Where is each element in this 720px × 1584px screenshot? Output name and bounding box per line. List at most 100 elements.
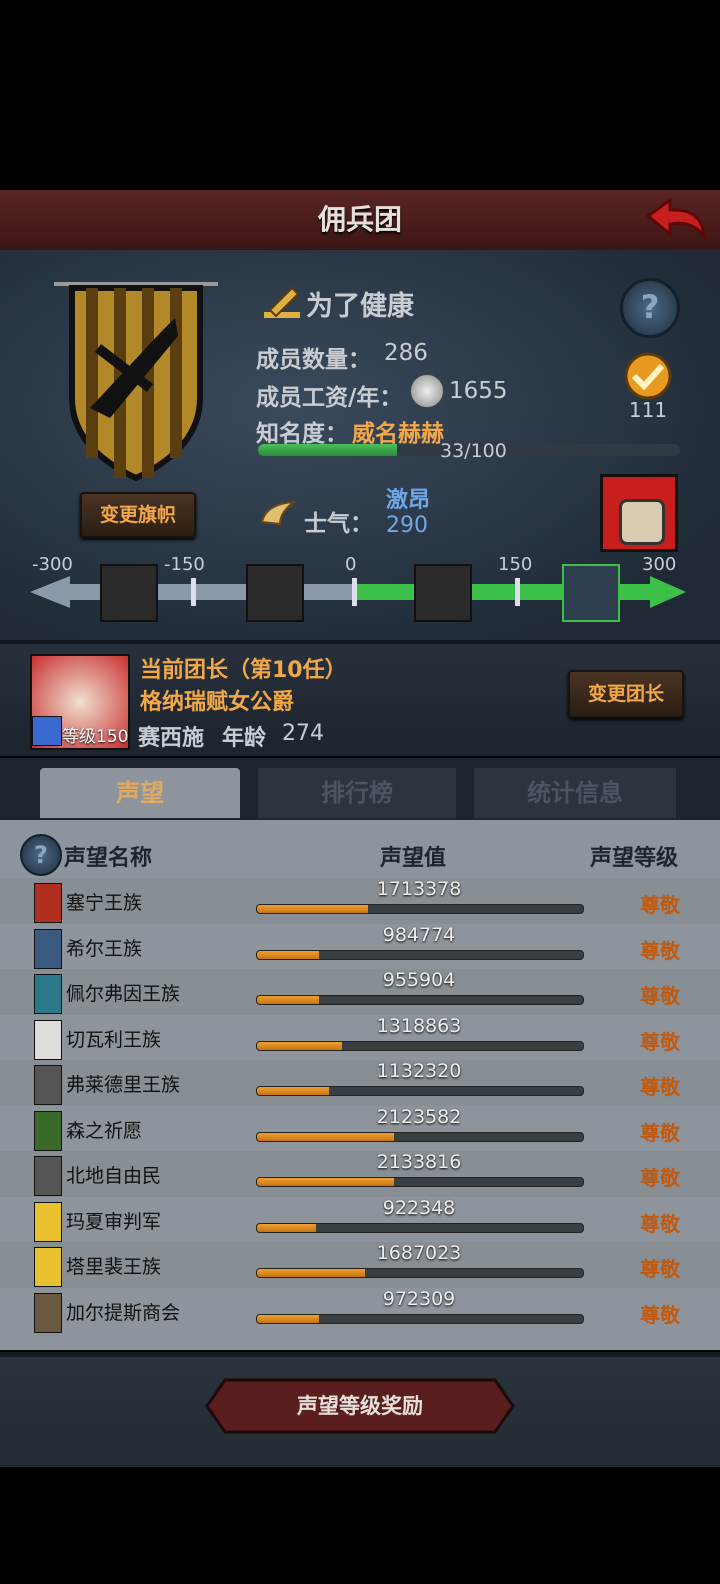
morale-tick: 0 (345, 554, 357, 575)
help-icon[interactable]: ? (20, 834, 62, 876)
sword-rank-icon (32, 716, 62, 746)
faction-name: 佩尔弗因王族 (66, 983, 181, 1005)
table-row[interactable]: 切瓦利王族 1318863 尊敬 (0, 1015, 720, 1061)
morale-value: 290 (386, 513, 428, 538)
faction-flag-icon (34, 1110, 62, 1151)
faction-name: 塞宁王族 (66, 892, 143, 914)
faction-name: 北地自由民 (66, 1165, 162, 1187)
horn-icon (260, 500, 298, 526)
faction-name: 加尔提斯商会 (66, 1301, 181, 1324)
column-header-value: 声望值 (380, 846, 447, 871)
reputation-value: 2133816 (376, 1151, 462, 1173)
reputation-bar (256, 1040, 584, 1051)
help-icon[interactable]: ? (620, 278, 680, 338)
leader-noble-title: 格纳瑞赋女公爵 (140, 690, 295, 715)
reputation-value: 955904 (382, 969, 456, 991)
page-title: 佣兵团 (317, 203, 402, 236)
faction-flag-icon (34, 974, 62, 1014)
reputation-value: 1132320 (376, 1060, 462, 1082)
tab-reputation[interactable]: 声望 (40, 768, 240, 818)
faction-name: 弗莱德里王族 (66, 1074, 181, 1096)
reputation-bar (256, 1131, 584, 1142)
change-banner-button[interactable]: 变更旗帜 (80, 492, 196, 538)
reward-button-label: 声望等级奖励 (297, 1394, 423, 1418)
faction-flag-icon (34, 928, 62, 969)
morale-excited-icon (562, 564, 620, 622)
faction-name: 森之祈愿 (66, 1119, 143, 1142)
reputation-level: 尊敬 (640, 1211, 680, 1236)
faction-flag-icon (34, 1247, 62, 1287)
reputation-level: 尊敬 (640, 984, 680, 1008)
reputation-value: 2123582 (376, 1105, 462, 1128)
reputation-level: 尊敬 (640, 1029, 680, 1054)
faction-flag-icon (34, 1019, 62, 1060)
rank-badge-icon[interactable] (616, 350, 680, 402)
faction-name: 希尔王族 (66, 937, 143, 960)
reputation-level: 尊敬 (640, 893, 680, 917)
company-banner (54, 282, 218, 482)
reputation-bar (256, 1313, 584, 1324)
reputation-table: ? 声望名称 声望值 声望等级 塞宁王族 1713378 尊敬希尔王族 984774 尊… (0, 820, 720, 1350)
tab-leaderboard[interactable]: 排行榜 (258, 768, 456, 818)
table-row[interactable]: 加尔提斯商会 972309 尊敬 (0, 1288, 720, 1334)
reputation-level: 尊敬 (640, 1120, 680, 1145)
leader-level: 等级150 (62, 727, 129, 747)
reputation-level: 尊敬 (640, 1166, 680, 1190)
members-value: 286 (384, 340, 428, 366)
faction-flag-icon (34, 883, 62, 923)
reputation-reward-button[interactable]: 声望等级奖励 (205, 1378, 515, 1434)
faction-flag-icon (34, 1065, 62, 1105)
morale-tick: 150 (498, 554, 533, 575)
faction-name: 玛夏审判军 (66, 1210, 162, 1233)
fame-label: 知名度： (256, 421, 348, 447)
table-row[interactable]: 弗莱德里王族 1132320 尊敬 (0, 1060, 720, 1106)
table-row[interactable]: 玛夏审判军 922348 尊敬 (0, 1197, 720, 1243)
reputation-bar (256, 1086, 584, 1096)
table-row[interactable]: 佩尔弗因王族 955904 尊敬 (0, 969, 720, 1015)
morale-tick: -150 (164, 554, 205, 575)
fame-progress-text: 33/100 (440, 440, 507, 462)
faction-name: 切瓦利王族 (66, 1028, 162, 1051)
morale-tick: -300 (32, 554, 73, 575)
edit-icon[interactable] (262, 282, 302, 322)
table-row[interactable]: 塔里裴王族 1687023 尊敬 (0, 1242, 720, 1288)
company-name: 为了健康 (306, 291, 414, 322)
column-header-name: 声望名称 (64, 846, 153, 871)
tab-statistics[interactable]: 统计信息 (474, 768, 676, 818)
morale-tick: 300 (642, 554, 677, 575)
reputation-bar (256, 995, 584, 1005)
reputation-bar (256, 1222, 584, 1233)
reputation-value: 922348 (382, 1196, 456, 1219)
table-row[interactable]: 北地自由民 2133816 尊敬 (0, 1151, 720, 1197)
fame-value: 威名赫赫 (352, 421, 444, 447)
reputation-bar (256, 904, 584, 914)
salary-label: 成员工资/年： (256, 385, 403, 411)
salary-value: 1655 (449, 378, 508, 404)
change-leader-button[interactable]: 变更团长 (568, 670, 684, 718)
morale-fear-icon (100, 564, 158, 622)
table-row[interactable]: 希尔王族 984774 尊敬 (0, 924, 720, 970)
morale-state: 激昂 (386, 488, 431, 513)
faction-name: 塔里裴王族 (66, 1256, 162, 1278)
reputation-bar (256, 949, 584, 960)
faction-flag-icon (34, 1201, 62, 1242)
leader-age: 274 (282, 721, 324, 746)
war-drum-icon[interactable] (600, 474, 678, 552)
leader-age-label: 年龄 (222, 726, 267, 751)
table-row[interactable]: 森之祈愿 2123582 尊敬 (0, 1106, 720, 1152)
column-header-level: 声望等级 (590, 846, 679, 871)
reputation-level: 尊敬 (640, 1302, 680, 1327)
reputation-value: 972309 (382, 1287, 456, 1310)
leader-title: 当前团长（第10任） (140, 658, 347, 683)
reputation-value: 984774 (382, 923, 456, 946)
morale-label: 士气： (304, 511, 373, 537)
reputation-value: 1687023 (376, 1242, 462, 1264)
table-row[interactable]: 塞宁王族 1713378 尊敬 (0, 878, 720, 924)
reputation-bar (256, 1268, 584, 1278)
back-arrow-icon[interactable] (640, 196, 710, 244)
rank-number: 111 (628, 398, 668, 422)
reputation-level: 尊敬 (640, 1257, 680, 1281)
reputation-level: 尊敬 (640, 1075, 680, 1099)
silver-coin-icon (410, 374, 444, 408)
morale-calm-icon (414, 564, 472, 622)
